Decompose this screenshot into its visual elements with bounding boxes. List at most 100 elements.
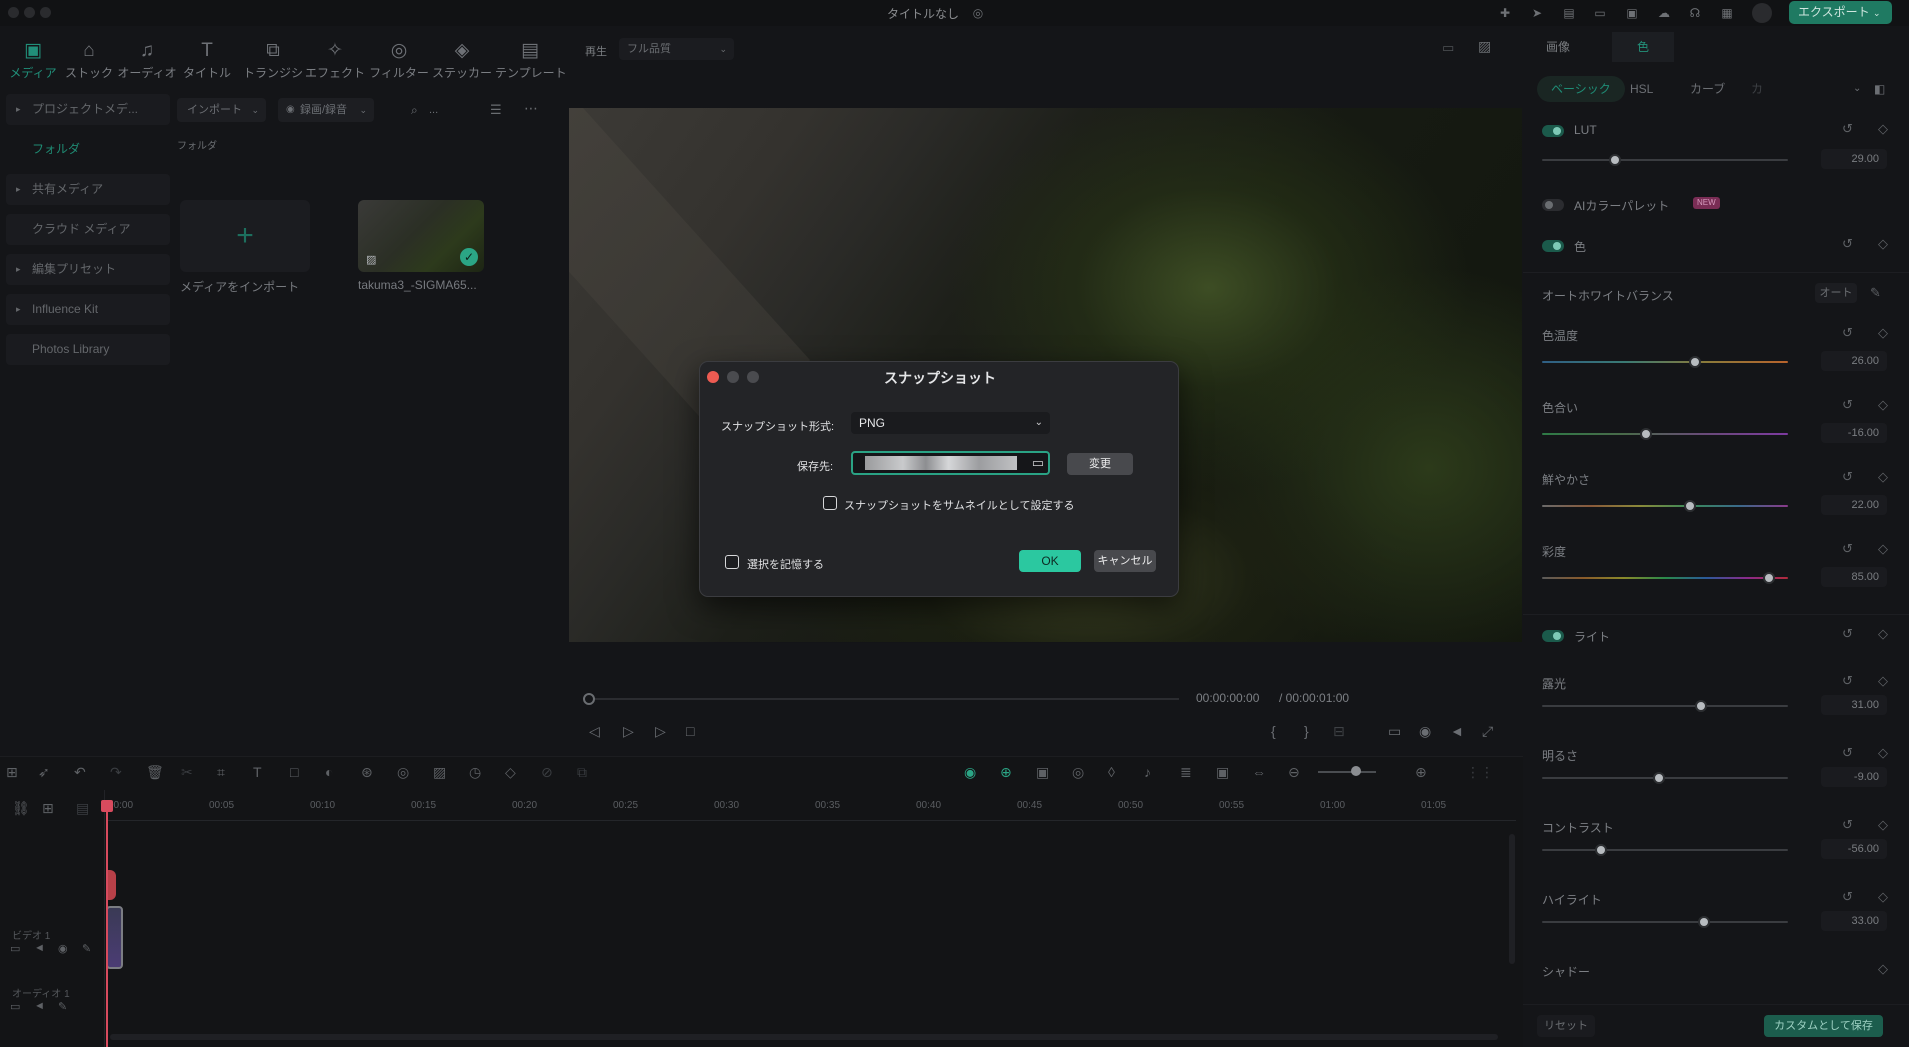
keyframe-icon[interactable]: ◇ (1878, 745, 1888, 761)
render-icon[interactable]: ◉ (964, 764, 976, 781)
zoom-knob[interactable] (1351, 766, 1361, 776)
light-toggle[interactable] (1542, 630, 1564, 642)
lock-icon[interactable]: ✎ (82, 942, 91, 955)
layout-icon[interactable]: ▭ (1592, 5, 1608, 21)
search-input[interactable]: ⌕... (405, 98, 465, 122)
export-button[interactable]: エクスポート ⌄ (1789, 1, 1892, 24)
prev-frame-icon[interactable]: ◁ (589, 723, 600, 740)
temperature-slider[interactable] (1542, 356, 1788, 368)
thumbnail-checkbox[interactable] (823, 496, 837, 510)
tab-effect[interactable]: ✧ エフェクト (304, 38, 366, 81)
microphone-icon[interactable]: ♪ (1144, 764, 1151, 780)
display-icon[interactable]: ▭ (1388, 723, 1401, 740)
contrast-value[interactable]: -56.00 (1821, 839, 1887, 859)
tab-transition[interactable]: ⧉ トランジション (243, 38, 303, 81)
tab-media[interactable]: ▣ メディア (2, 38, 64, 81)
brightness-value[interactable]: -9.00 (1821, 767, 1887, 787)
window-minimize-button[interactable] (24, 7, 35, 18)
sidebar-item-photos-library[interactable]: Photos Library (6, 334, 170, 365)
tint-slider[interactable] (1542, 428, 1788, 440)
reset-icon[interactable]: ↺ (1842, 121, 1853, 137)
group-icon[interactable]: ⧉ (577, 764, 587, 781)
slider-knob[interactable] (1640, 428, 1652, 440)
save-custom-button[interactable]: カスタムとして保存 (1764, 1015, 1883, 1037)
gift-icon[interactable]: ✚ (1497, 5, 1513, 21)
tab-template[interactable]: ▤ テンプレート (495, 38, 567, 81)
fit-icon[interactable]: ⇔ (1252, 764, 1266, 780)
lut-slider[interactable] (1542, 154, 1788, 166)
reset-icon[interactable]: ↺ (1842, 325, 1853, 341)
sidebar-item-folder[interactable]: フォルダ (6, 134, 170, 165)
slider-knob[interactable] (1653, 772, 1665, 784)
color-toggle[interactable] (1542, 240, 1564, 252)
exposure-slider[interactable] (1542, 700, 1788, 712)
shield-icon[interactable]: ◊ (1108, 764, 1115, 780)
undo-icon[interactable]: ↶ (74, 764, 86, 781)
marker-icon[interactable]: ◎ (1072, 764, 1084, 781)
zoom-slider[interactable] (1318, 771, 1376, 773)
highlight-slider[interactable] (1542, 916, 1788, 928)
tab-image[interactable]: 画像 (1527, 32, 1589, 62)
reset-icon[interactable]: ↺ (1842, 541, 1853, 557)
format-select[interactable]: PNG ⌄ (851, 412, 1050, 434)
saturation-value[interactable]: 85.00 (1821, 567, 1887, 587)
grid-icon[interactable]: ⋮⋮ (1466, 764, 1494, 781)
subtitle-icon[interactable]: ≣ (1180, 764, 1192, 781)
lut-value[interactable]: 29.00 (1821, 149, 1887, 169)
tab-sticker[interactable]: ◈ ステッカー (431, 38, 493, 81)
reset-icon[interactable]: ↺ (1842, 469, 1853, 485)
eye-icon[interactable]: ◉ (58, 942, 68, 955)
slider-knob[interactable] (1689, 356, 1701, 368)
magnet-icon[interactable]: ⊕ (1000, 764, 1012, 781)
contrast-slider[interactable] (1542, 844, 1788, 856)
keyframe-icon[interactable]: ◇ (1878, 469, 1888, 485)
reset-button[interactable]: リセット (1537, 1015, 1595, 1037)
keyframe-icon[interactable]: ◇ (1878, 961, 1888, 977)
keyframe-icon[interactable]: ◇ (1878, 325, 1888, 341)
change-button[interactable]: 変更 (1067, 453, 1133, 475)
reset-icon[interactable]: ↺ (1842, 673, 1853, 689)
tab-stock[interactable]: ⌂ ストック (58, 38, 120, 81)
freeze-icon[interactable]: ⊘ (541, 764, 553, 781)
slider-knob[interactable] (1763, 572, 1775, 584)
subtab-basic[interactable]: ベーシック (1537, 76, 1625, 102)
check-icon[interactable]: ◎ (970, 5, 986, 21)
quality-dropdown[interactable]: フル品質 ⌄ (619, 38, 734, 60)
reset-icon[interactable]: ↺ (1842, 626, 1853, 642)
avatar[interactable] (1752, 3, 1772, 23)
playhead-handle[interactable] (101, 800, 113, 812)
keyframe-icon[interactable]: ◇ (1878, 673, 1888, 689)
saturation-slider[interactable] (1542, 572, 1788, 584)
sidebar-item-edit-presets[interactable]: ▸ 編集プリセット (6, 254, 170, 285)
save-icon[interactable]: ▣ (1624, 5, 1640, 21)
slider-knob[interactable] (1595, 844, 1607, 856)
sidebar-item-project-media[interactable]: ▸ プロジェクトメデ... (6, 94, 170, 125)
exposure-value[interactable]: 31.00 (1821, 695, 1887, 715)
more-icon[interactable]: ⋯ (524, 100, 538, 117)
vibrance-slider[interactable] (1542, 500, 1788, 512)
sidebar-item-shared-media[interactable]: ▸ 共有メディア (6, 174, 170, 205)
reset-icon[interactable]: ↺ (1842, 817, 1853, 833)
mark-in-icon[interactable]: { (1271, 723, 1276, 739)
speed-icon[interactable]: ◷ (469, 764, 481, 781)
eyedropper-icon[interactable]: ✎ (1870, 285, 1881, 301)
subtab-hsl[interactable]: HSL (1630, 76, 1653, 102)
select-tool-icon[interactable]: ➶ (38, 764, 50, 781)
lock-icon[interactable]: ✎ (58, 1000, 67, 1013)
video-clip[interactable] (106, 906, 123, 969)
redo-icon[interactable]: ↷ (110, 764, 122, 781)
insert-icon[interactable]: ⊟ (1333, 723, 1345, 740)
keyframe-icon[interactable]: ◇ (1878, 889, 1888, 905)
lut-toggle[interactable] (1542, 125, 1564, 137)
keyframe-icon[interactable]: ◇ (1878, 541, 1888, 557)
cancel-button[interactable]: キャンセル (1094, 550, 1156, 572)
volume-icon[interactable]: ◄ (34, 942, 45, 954)
snapshot-icon[interactable]: ◉ (1419, 723, 1431, 740)
fullscreen-icon[interactable]: ⤢ (1482, 723, 1493, 740)
horizontal-scrollbar[interactable] (110, 1034, 1498, 1040)
keyframe-icon[interactable]: ◇ (1878, 236, 1888, 252)
crop-icon[interactable]: ⌗ (217, 764, 225, 781)
tab-title[interactable]: T タイトル (176, 38, 238, 81)
slider-knob[interactable] (1609, 154, 1621, 166)
multicam-icon[interactable]: ▣ (1036, 764, 1049, 781)
